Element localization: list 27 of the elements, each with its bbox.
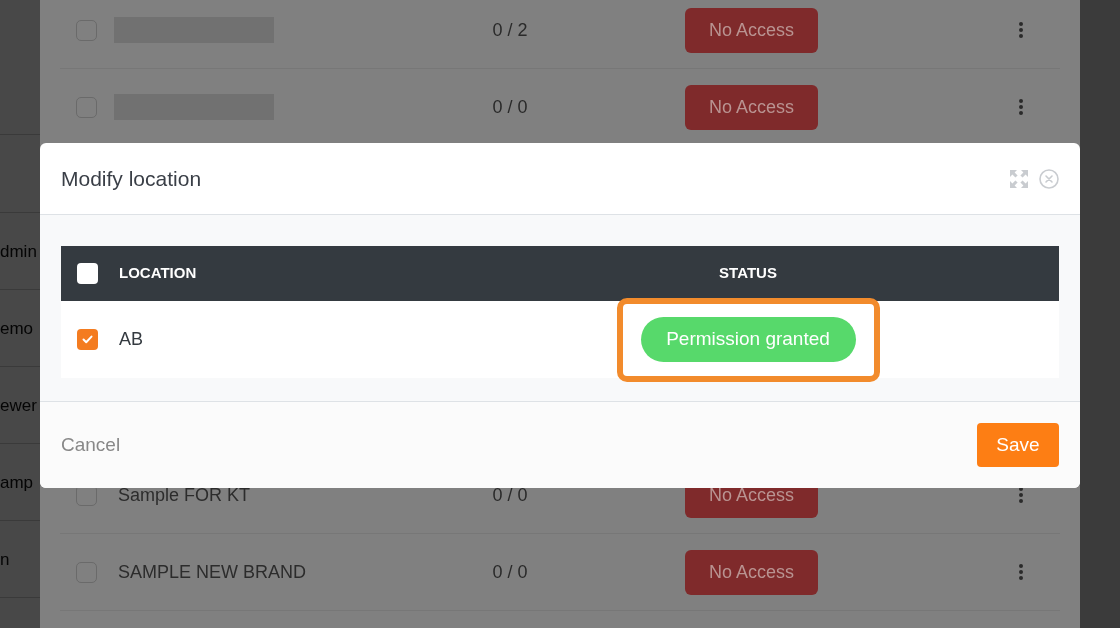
- sidebar-item[interactable]: dmin: [0, 242, 37, 260]
- column-header: LOCATION: [119, 263, 197, 284]
- access-badge[interactable]: No Access: [685, 7, 818, 53]
- sidebar-item[interactable]: amp: [0, 473, 34, 491]
- location-name: AB: [119, 328, 143, 351]
- select-all-checkbox[interactable]: [77, 263, 98, 284]
- sidebar-item[interactable]: emo: [0, 319, 34, 337]
- brand-name: Sample FOR KT: [118, 483, 251, 507]
- more-options-icon[interactable]: [1019, 487, 1023, 503]
- access-count: 0 / 0: [492, 560, 528, 584]
- access-badge[interactable]: No Access: [685, 549, 818, 595]
- sidebar-item[interactable]: ewer: [0, 396, 37, 414]
- expand-icon[interactable]: [1010, 169, 1028, 188]
- sidebar-item[interactable]: n: [0, 550, 10, 568]
- checkbox[interactable]: [77, 329, 98, 350]
- save-button[interactable]: Save: [977, 423, 1059, 467]
- dialog-title: Modify location: [61, 165, 202, 192]
- access-count: 0 / 0: [492, 483, 528, 507]
- brand-name: SAMPLE NEW BRAND: [118, 560, 307, 584]
- close-icon[interactable]: [1039, 168, 1059, 189]
- checkmark-icon: [82, 335, 93, 344]
- access-badge[interactable]: No Access: [685, 84, 818, 130]
- access-count: 0 / 2: [492, 18, 528, 42]
- status-badge: Permission granted: [640, 317, 856, 362]
- column-header: STATUS: [719, 263, 777, 284]
- cancel-button[interactable]: Cancel: [61, 430, 121, 460]
- access-count: 0 / 0: [492, 95, 528, 119]
